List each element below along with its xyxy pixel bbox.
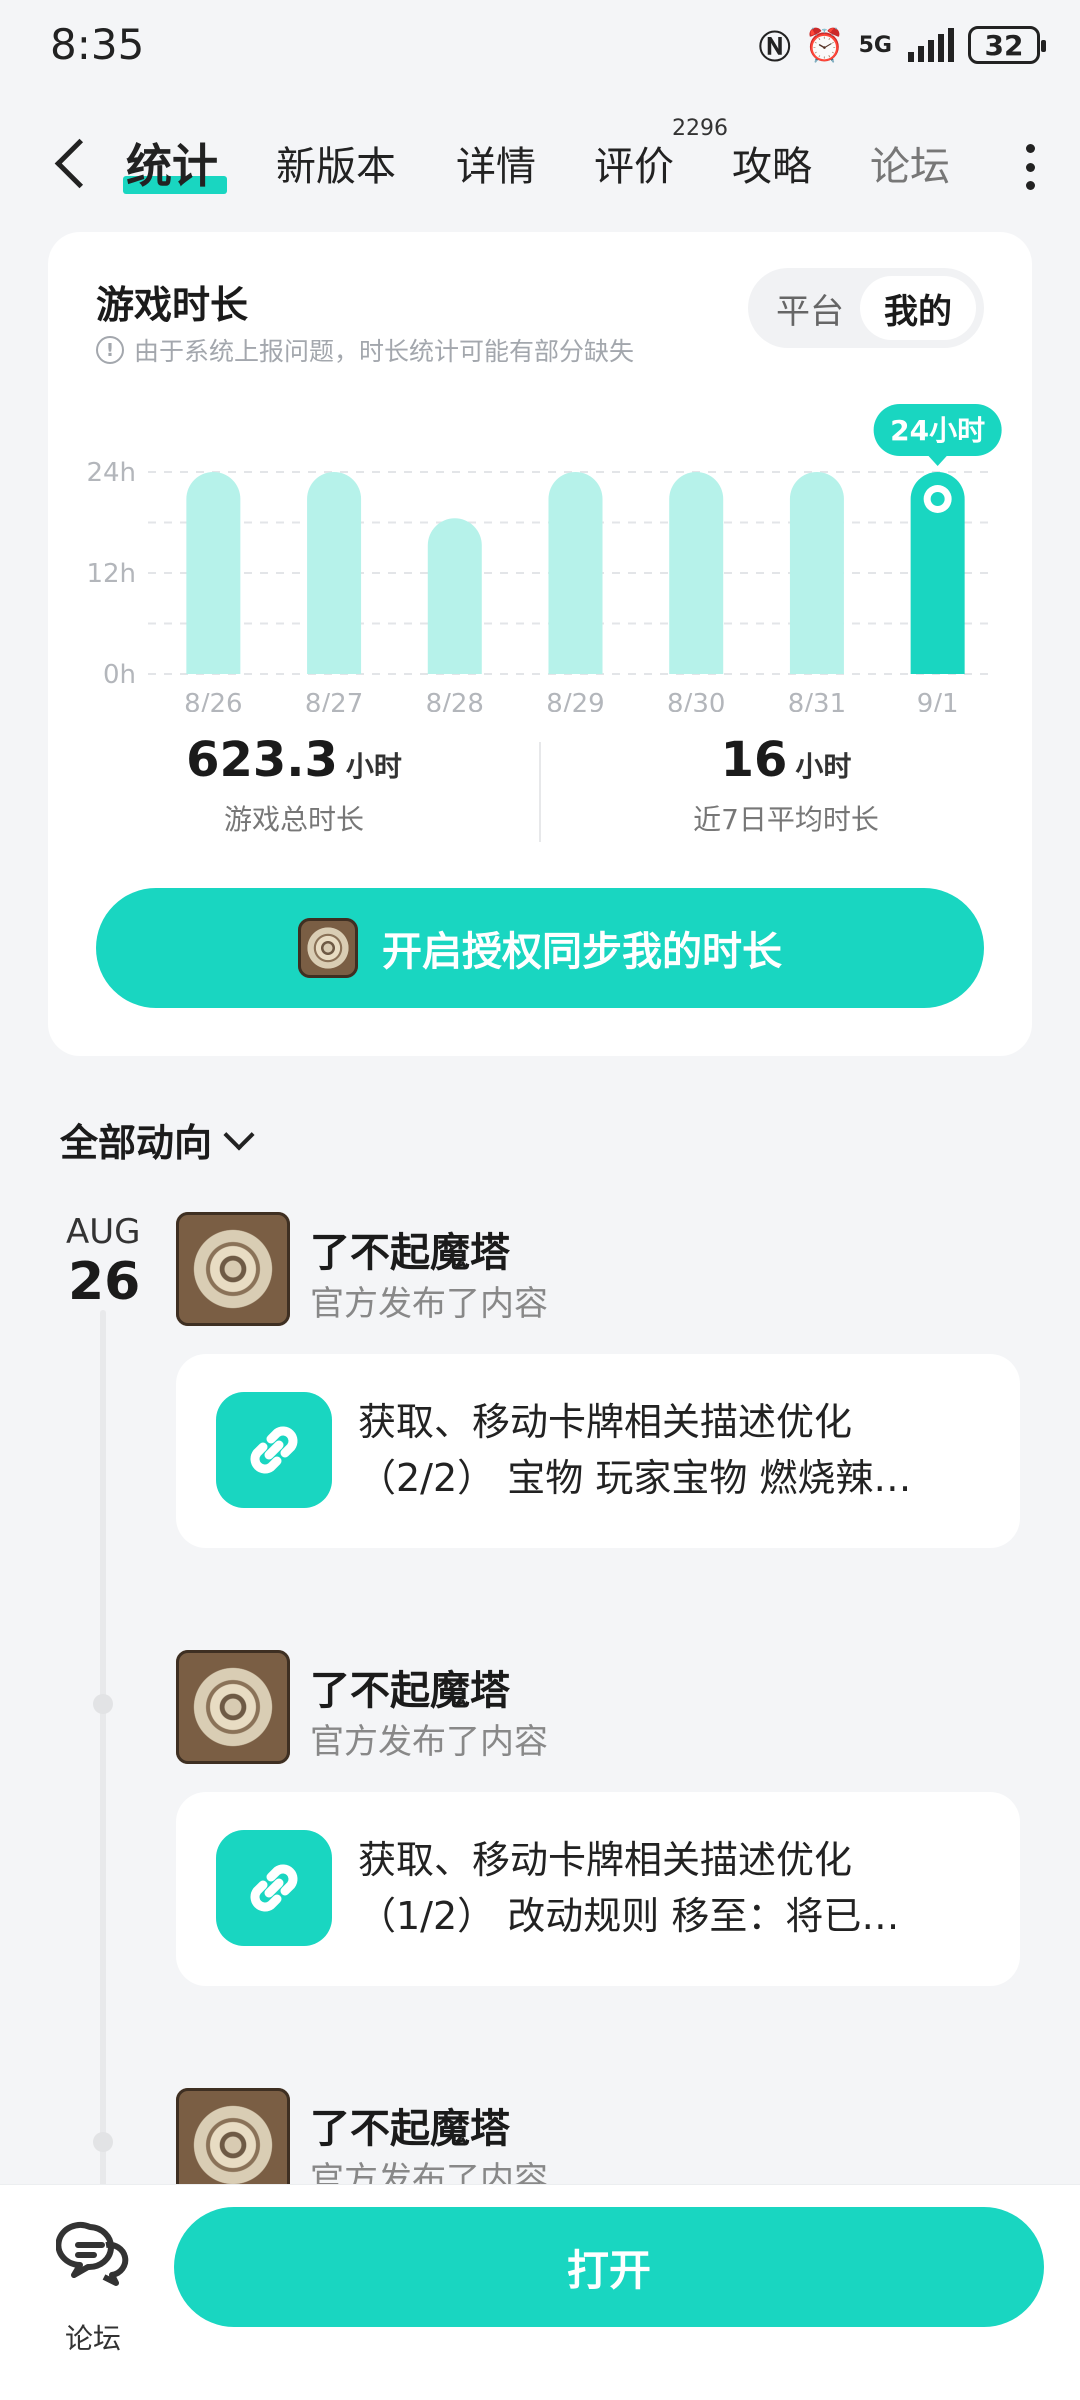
x-tick-label: 8/31 [788,689,846,712]
battery-icon: 32 [968,26,1046,64]
filter-label: 全部动向 [60,1121,213,1165]
signal-icon [908,28,954,62]
tab-details[interactable]: 详情 [456,134,536,192]
forum-chat-icon [55,2222,129,2286]
total-value: 623.3 [186,732,338,788]
back-arrow-icon[interactable] [48,134,98,194]
card-title: 游戏时长 [96,283,249,327]
status-icons: Ⓝ ⏰ 5G 32 [758,22,1046,68]
average-unit: 小时 [795,750,852,783]
nfc-icon: Ⓝ [758,28,791,66]
post-card[interactable]: 获取、移动卡牌相关描述优化（2/2） 宝物 玩家宝物 燃烧辣… [176,1354,1020,1548]
highlight-tooltip-pointer [927,455,948,466]
game-avatar [176,1212,290,1326]
note-text: 由于系统上报问题，时长统计可能有部分缺失 [134,337,635,366]
tab-stats[interactable]: 统计 [126,130,218,196]
open-game-button[interactable]: 打开 [174,2207,1044,2327]
y-tick-label: 12h [88,559,136,589]
timeline-dot [93,1694,113,1714]
chart-bar [307,472,362,674]
chart-bar [789,472,844,674]
x-tick-label: 8/26 [184,689,242,712]
chart-bar [669,472,724,674]
playtime-stats: 623.3 小时 游戏总时长 16 小时 近7日平均时长 [48,732,1032,842]
review-count-badge: 2296 [672,116,728,141]
x-tick-label: 8/29 [546,689,604,712]
game-icon [298,918,358,978]
chevron-down-icon [223,1118,255,1151]
x-tick-label: 8/27 [305,689,363,712]
highlight-tooltip-label: 24小时 [890,414,985,447]
post-text: 获取、移动卡牌相关描述优化（1/2） 改动规则 移至：将已… [358,1838,900,1938]
sync-button-label: 开启授权同步我的时长 [382,929,782,975]
source-toggle: 平台 我的 [748,268,984,348]
x-tick-label: 8/30 [667,689,725,712]
average-playtime: 16 小时 近7日平均时长 [540,732,1032,838]
post-text: 获取、移动卡牌相关描述优化（2/2） 宝物 玩家宝物 燃烧辣… [358,1400,912,1500]
chart-bar [548,472,603,674]
total-label: 游戏总时长 [223,803,364,836]
more-icon[interactable] [1024,144,1036,190]
status-time: 8:35 [50,20,145,69]
chart-bar [186,472,241,674]
bottom-action-bar: 论坛 打开 [0,2184,1080,2400]
post-header[interactable]: 了不起魔塔 官方发布了内容 [176,1212,976,1328]
post-action: 官方发布了内容 [310,1722,548,1762]
feed-date-day: 26 [68,1252,141,1312]
post-game-name: 了不起魔塔 [310,2106,510,2152]
feed-filter[interactable]: 全部动向 [60,1112,255,1167]
average-value: 16 [720,732,788,788]
tab-reviews[interactable]: 评价 [594,134,674,192]
post-game-name: 了不起魔塔 [310,1230,510,1276]
feed-date-month: AUG [66,1212,141,1252]
link-icon [216,1392,332,1508]
x-tick-label: 8/28 [426,689,484,712]
highlight-marker-inner [930,492,945,506]
tab-guides[interactable]: 攻略 [732,134,812,192]
forum-label: 论坛 [64,2322,121,2355]
playtime-card: 游戏时长 ! 由于系统上报问题，时长统计可能有部分缺失 平台 我的 24h 12h… [48,232,1032,1056]
toggle-platform[interactable]: 平台 [756,276,864,340]
tab-bar: 统计 新版本 详情 评价 2296 攻略 论坛 [0,116,1080,212]
forum-button[interactable]: 论坛 [55,2217,130,2355]
network-label: 5G [858,32,892,58]
total-playtime: 623.3 小时 游戏总时长 [48,732,540,838]
game-avatar [176,1650,290,1764]
x-tick-label: 9/1 [917,689,959,712]
status-bar: 8:35 Ⓝ ⏰ 5G 32 [0,0,1080,96]
average-label: 近7日平均时长 [693,803,879,836]
info-icon: ! [96,336,124,364]
chart-bar [427,518,482,674]
tab-new-version[interactable]: 新版本 [276,134,396,192]
post-action: 官方发布了内容 [310,1284,548,1324]
y-tick-label: 0h [103,660,136,690]
alarm-icon: ⏰ [804,26,845,64]
post-game-name: 了不起魔塔 [310,1668,510,1714]
post-card[interactable]: 获取、移动卡牌相关描述优化（1/2） 改动规则 移至：将已… [176,1792,1020,1986]
toggle-mine[interactable]: 我的 [860,276,976,340]
card-note: ! 由于系统上报问题，时长统计可能有部分缺失 [96,332,634,368]
tab-forum[interactable]: 论坛 [870,134,950,192]
link-icon [216,1830,332,1946]
post-header[interactable]: 了不起魔塔 官方发布了内容 [176,1650,976,1766]
total-unit: 小时 [345,750,402,783]
y-tick-label: 24h [88,458,136,488]
playtime-bar-chart: 24h 12h 0h 8/26 8/27 8/28 8/29 8/30 8/31 9/1 24小时 [88,404,1002,712]
timeline-dot [93,2132,113,2152]
sync-playtime-button[interactable]: 开启授权同步我的时长 [96,888,984,1008]
